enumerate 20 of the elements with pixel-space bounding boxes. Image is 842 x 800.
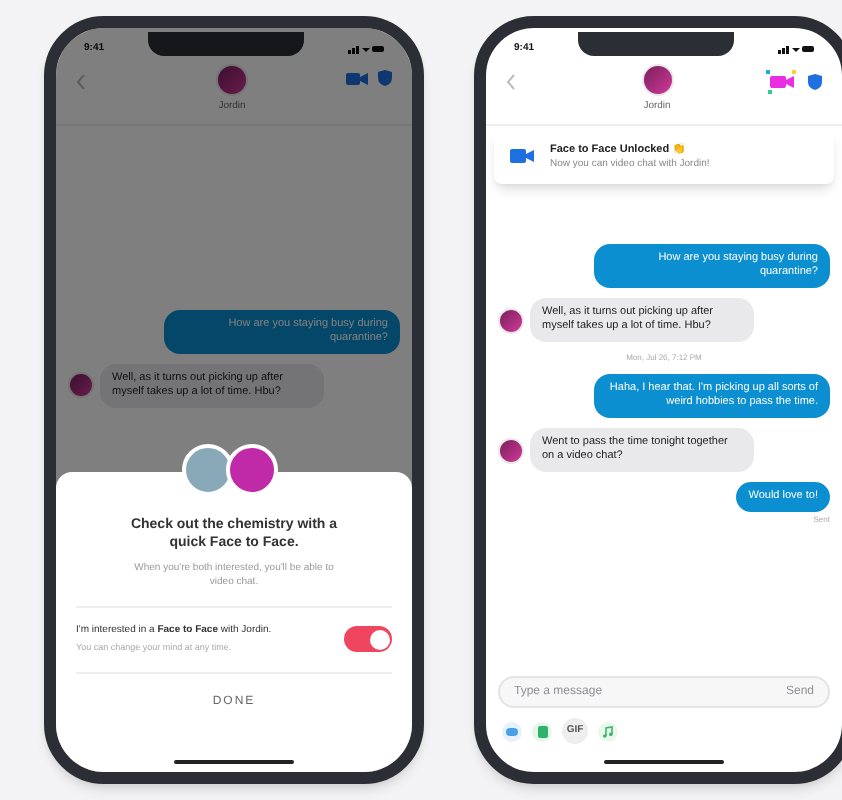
avatar [498,307,524,334]
music-icon[interactable] [598,721,618,741]
home-indicator [174,760,294,764]
avatar [641,64,673,96]
interest-toggle[interactable] [344,626,392,653]
signal-battery-icon [777,44,814,54]
back-icon[interactable] [76,74,86,90]
signal-battery-icon [347,44,384,54]
video-camera-icon[interactable] [346,71,368,85]
video-camera-icon [510,148,534,165]
shield-icon[interactable] [378,70,392,86]
home-indicator [604,760,724,764]
video-camera-icon[interactable] [766,70,798,94]
sticker-icon[interactable] [502,721,522,741]
back-icon[interactable] [506,74,516,90]
avatar [498,437,524,464]
shield-icon[interactable] [808,74,822,90]
image-icon[interactable] [532,721,552,741]
avatar [216,64,248,96]
avatar [68,372,94,398]
